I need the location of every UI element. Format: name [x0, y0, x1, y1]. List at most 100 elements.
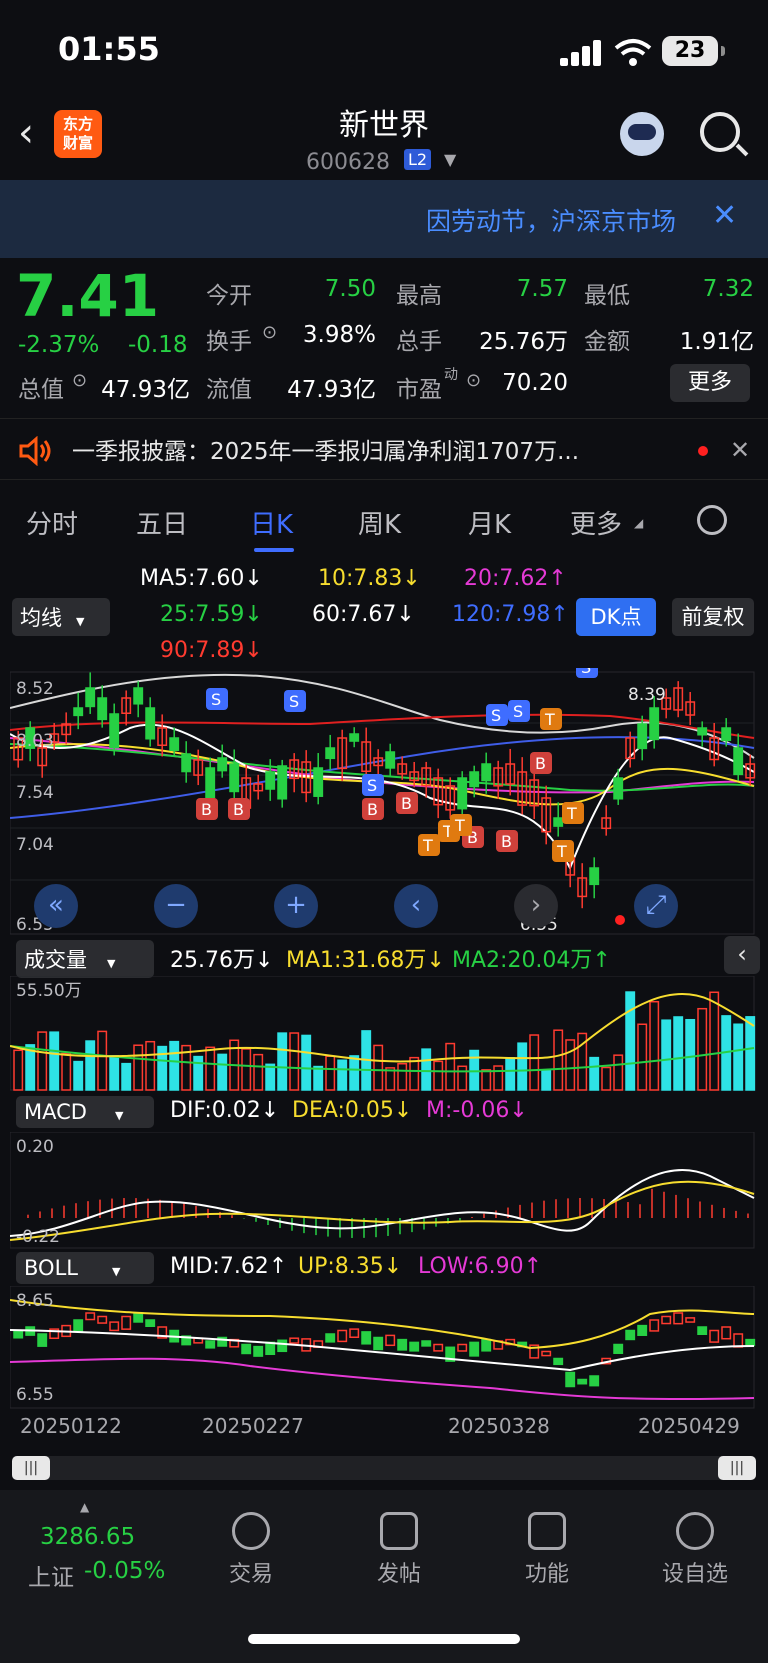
open-label: 今开 — [206, 283, 252, 309]
macd-select[interactable]: MACD ▼ — [16, 1096, 154, 1128]
pe-label: 市盈 — [396, 377, 442, 403]
candle — [217, 757, 228, 772]
volume-value: 25.76万 — [479, 329, 568, 355]
ma5-value: MA5:7.60↓ — [140, 566, 263, 591]
macd-dif: DIF:0.02↓ — [170, 1098, 280, 1123]
boll-candle — [577, 1378, 588, 1385]
chevron-down-icon[interactable]: ▼ — [444, 150, 456, 169]
volume-bar — [613, 1054, 624, 1091]
collapse-panel-button[interactable]: ‹ — [724, 936, 760, 974]
range-handle-right[interactable]: ||| — [718, 1456, 756, 1480]
volume-bar — [97, 1030, 108, 1091]
scroll-right-icon[interactable]: › — [514, 884, 558, 928]
scroll-left-fast-icon[interactable]: « — [34, 884, 78, 928]
candle — [613, 777, 624, 800]
boll-candle — [133, 1312, 144, 1323]
volume-bar — [745, 1016, 756, 1091]
volume-ma1: MA1:31.68万↓ — [286, 948, 445, 973]
volume-bar — [373, 1044, 384, 1091]
boll-candle — [565, 1371, 576, 1388]
price-adjust-button[interactable]: 前复权 — [672, 598, 754, 636]
tab-yuek[interactable]: 月K — [468, 504, 511, 541]
zoom-in-icon[interactable]: + — [274, 884, 318, 928]
search-icon[interactable] — [700, 112, 740, 152]
nav-watchlist[interactable]: 设自选 — [650, 1512, 740, 1588]
boll-candle — [37, 1333, 48, 1347]
fullscreen-icon[interactable]: ⤢ — [634, 884, 678, 928]
signal-marker-label: B — [233, 800, 244, 819]
candle — [97, 697, 108, 721]
volume-bar — [13, 1049, 24, 1091]
volume-bar — [433, 1060, 444, 1091]
main-axis-2: 8.03 — [16, 731, 54, 751]
l2-badge[interactable]: L2 — [404, 149, 432, 170]
more-button[interactable]: 更多 — [670, 364, 750, 402]
boll-candle — [349, 1328, 360, 1338]
volume-bar — [217, 1053, 228, 1091]
battery-icon: 23 — [662, 36, 718, 66]
info-icon[interactable]: ⊙ — [72, 370, 87, 391]
range-scroller-track[interactable] — [12, 1456, 756, 1480]
boll-candle — [481, 1338, 492, 1352]
volume-select[interactable]: 成交量 ▼ — [16, 940, 154, 978]
volume-bar — [121, 1062, 132, 1091]
info-icon[interactable]: ⊙ — [466, 370, 481, 391]
signal-marker-label: S — [289, 692, 299, 711]
boll-candle — [697, 1326, 708, 1336]
index-name[interactable]: 上证 — [28, 1558, 74, 1592]
boll-low: LOW:6.90↑ — [418, 1254, 543, 1279]
notice-text: 因劳动节，沪深京市场 — [425, 207, 676, 236]
boll-candle — [253, 1345, 264, 1357]
volume-bar — [145, 1040, 156, 1091]
volume-bar — [457, 1065, 468, 1091]
boll-candle — [709, 1329, 720, 1343]
info-icon[interactable]: ⊙ — [262, 322, 277, 343]
range-handle-left[interactable]: ||| — [12, 1456, 50, 1480]
volume-bar — [709, 991, 720, 1091]
tab-rik[interactable]: 日K — [250, 504, 293, 541]
robot-face — [628, 124, 656, 140]
boll-candle — [385, 1334, 396, 1347]
index-pct[interactable]: -0.05% — [84, 1558, 165, 1584]
volume-bar — [697, 1007, 708, 1091]
nav-trade[interactable]: 交易 — [206, 1512, 296, 1588]
nav-post[interactable]: 发帖 — [354, 1512, 444, 1588]
volume-bar — [349, 1055, 360, 1091]
volume-bar — [241, 1048, 252, 1091]
stock-code: 600628 — [306, 150, 390, 175]
tab-fenshi[interactable]: 分时 — [26, 504, 78, 541]
ma-select[interactable]: 均线 ▼ — [12, 598, 110, 636]
date-label-3: 20250328 — [448, 1414, 550, 1438]
candle — [385, 751, 396, 769]
dk-point-button[interactable]: DK点 — [576, 598, 656, 636]
volume-bar — [445, 1042, 456, 1091]
change-percent: -2.37% — [18, 332, 100, 358]
volume-ma2: MA2:20.04万↑ — [452, 948, 611, 973]
close-icon[interactable]: ✕ — [730, 436, 750, 464]
nav-function[interactable]: 功能 — [502, 1512, 592, 1588]
gear-icon[interactable] — [697, 505, 727, 535]
candle — [649, 707, 660, 741]
zoom-out-icon[interactable]: − — [154, 884, 198, 928]
boll-candle — [145, 1319, 156, 1327]
boll-candle — [541, 1350, 552, 1357]
date-label-1: 20250122 — [20, 1414, 122, 1438]
volume-current: 25.76万↓ — [170, 948, 274, 973]
boll-candle — [121, 1315, 132, 1330]
tab-more[interactable]: 更多 — [570, 504, 622, 541]
news-text: 一季报披露：2025年一季报归属净利润1707万... — [72, 439, 579, 465]
candle — [469, 771, 480, 788]
candle — [553, 817, 564, 827]
pe-sup: 动 — [444, 367, 458, 383]
volume-bar — [109, 1055, 120, 1091]
tab-underline — [254, 548, 294, 552]
up-arrow-icon: ▲ — [80, 1500, 90, 1514]
ma90-value: 90:7.89↓ — [160, 638, 263, 663]
scroll-left-icon[interactable]: ‹ — [394, 884, 438, 928]
index-value[interactable]: 3286.65 — [40, 1524, 135, 1550]
close-icon[interactable]: ✕ — [712, 198, 737, 233]
tab-wuri[interactable]: 五日 — [136, 504, 188, 541]
tab-zhouk[interactable]: 周K — [358, 504, 401, 541]
signal-marker-label: S — [513, 702, 523, 721]
boll-select[interactable]: BOLL ▼ — [16, 1252, 154, 1284]
